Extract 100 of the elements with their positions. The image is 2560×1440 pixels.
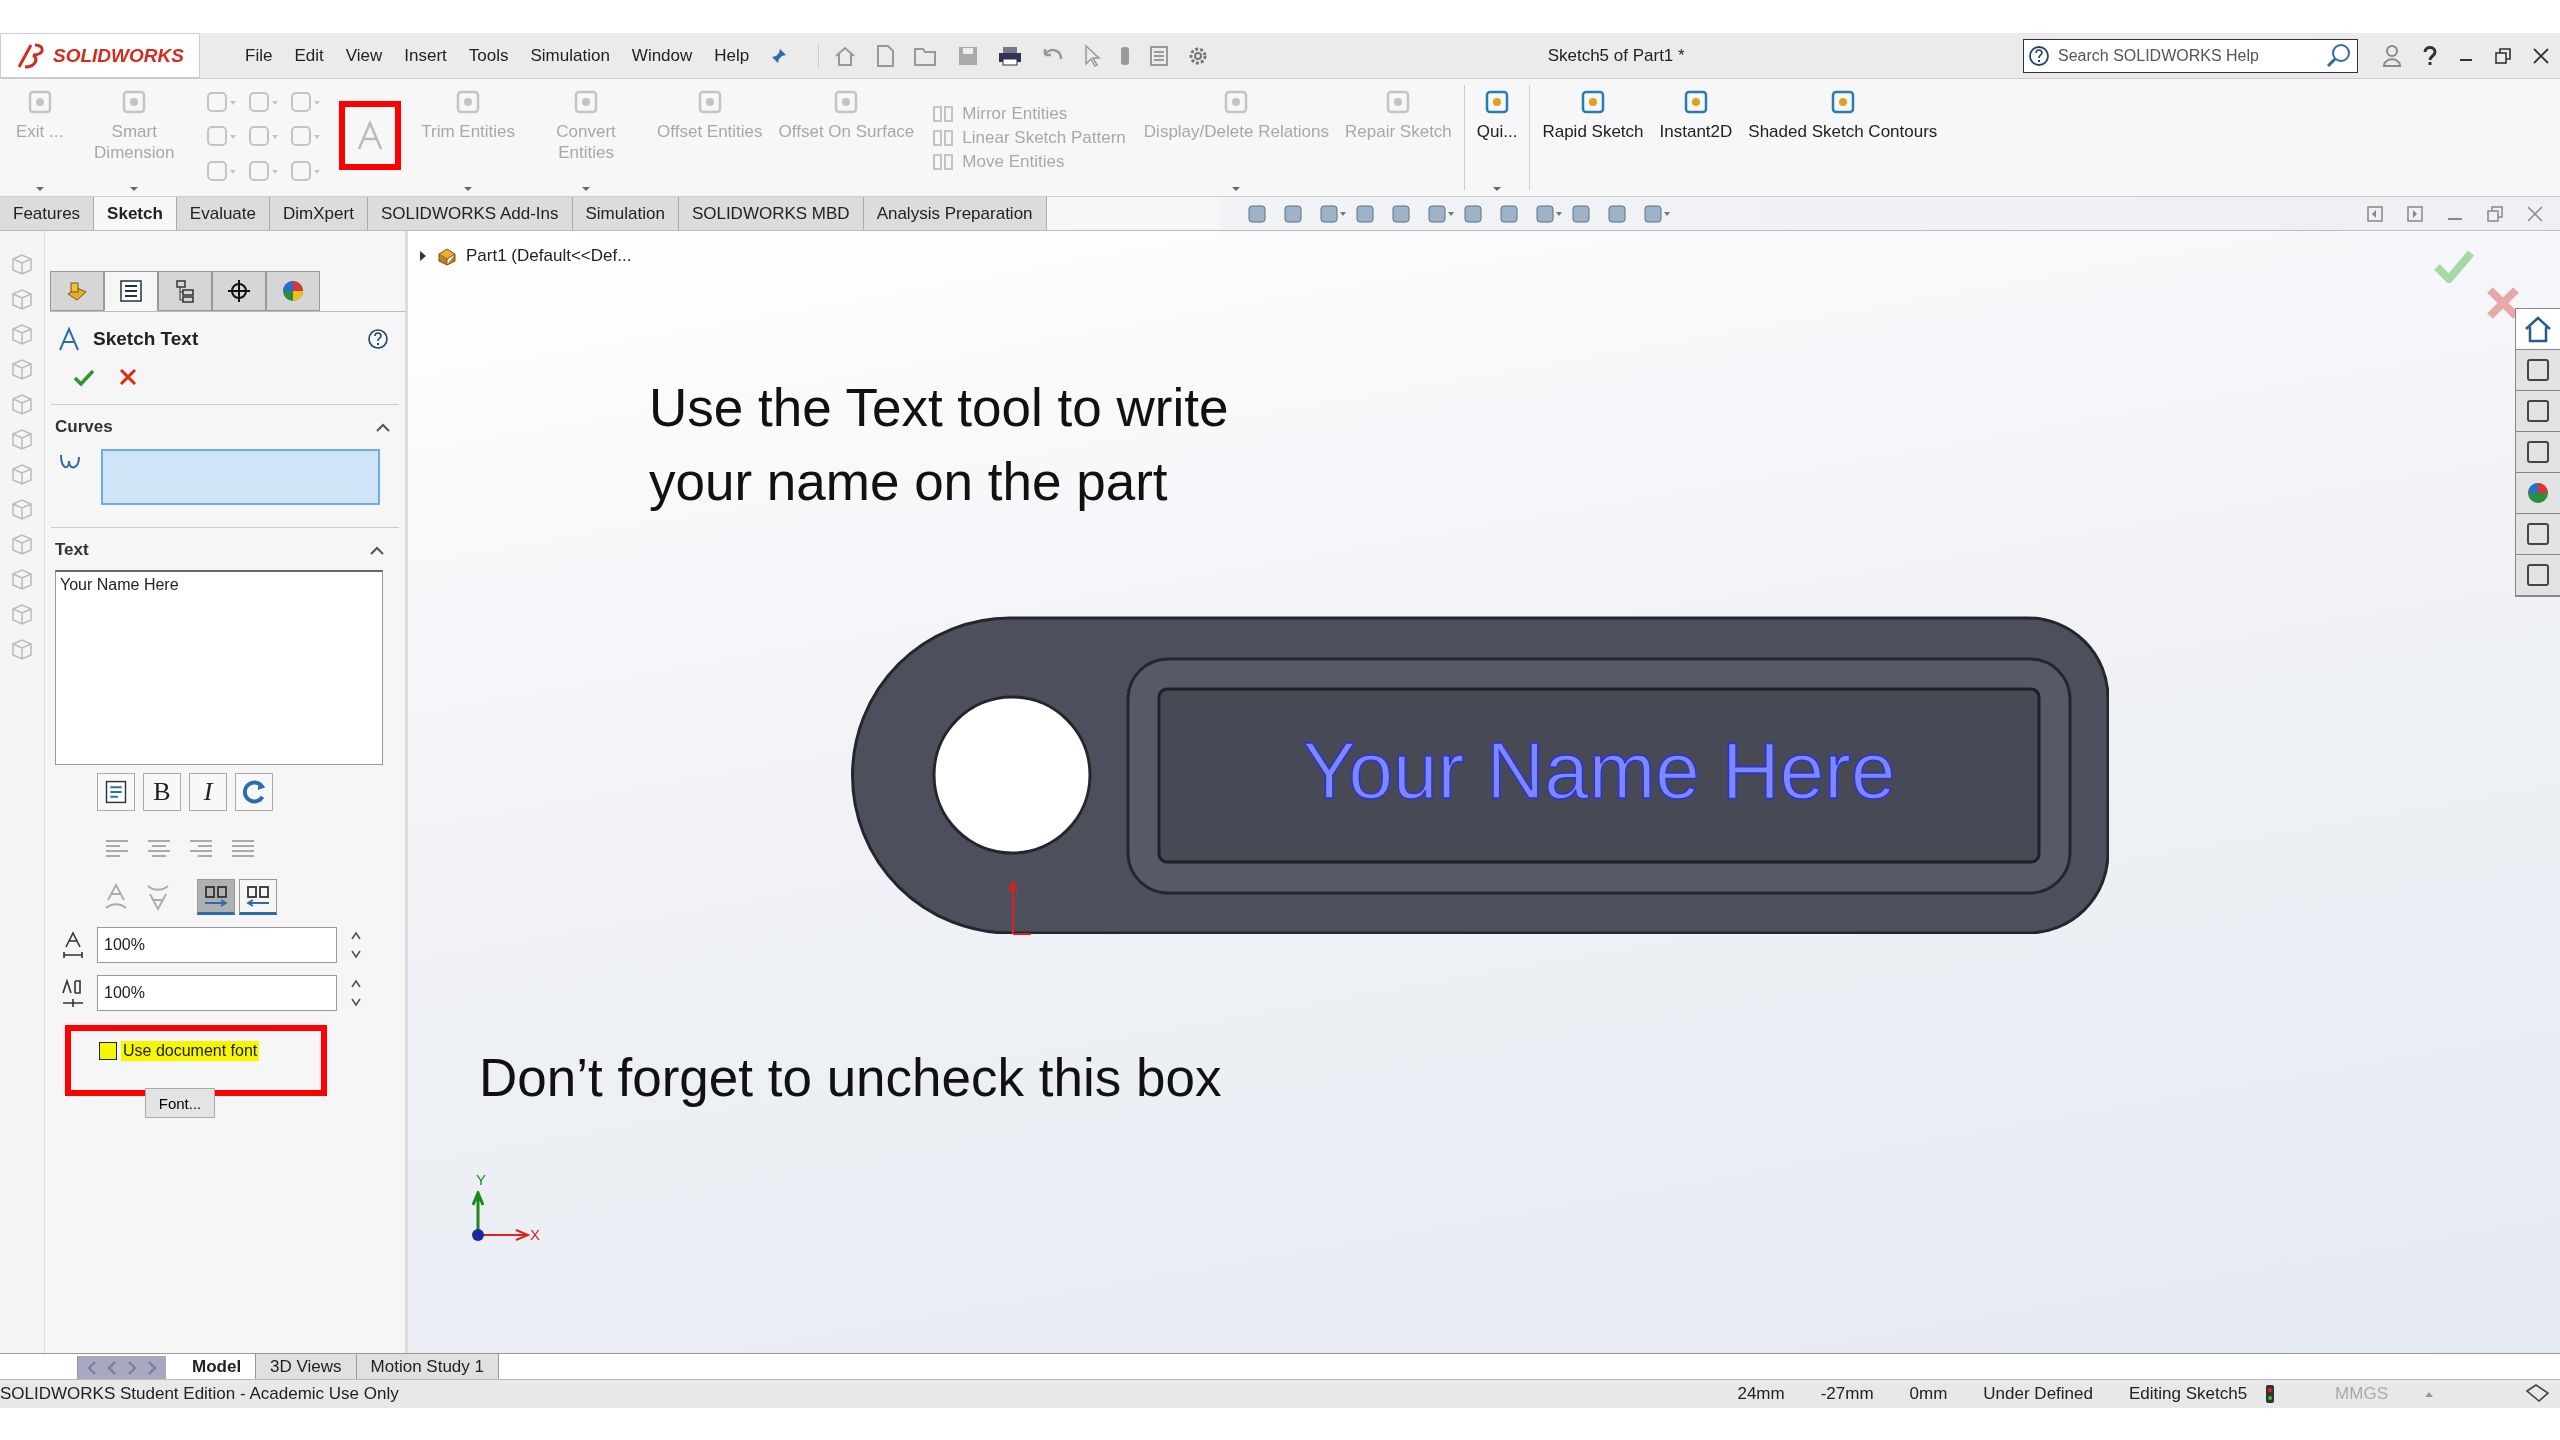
model-tab[interactable]: Motion Study 1: [356, 1354, 499, 1379]
caret-icon[interactable]: [2424, 1390, 2434, 1398]
confirm-icon[interactable]: [73, 368, 95, 388]
menu-item[interactable]: View: [334, 45, 394, 66]
text-direction-icon: [203, 884, 229, 908]
menu-item[interactable]: Window: [620, 45, 704, 66]
graphics-area[interactable]: Part1 (Default<<Def... Use the Text tool to write your name on the part Don’t forget to uncheck this box Your Name Here Y X: [408, 231, 2560, 1353]
menu-item[interactable]: Insert: [393, 45, 458, 66]
help-icon[interactable]: [367, 328, 389, 350]
caret-icon: [463, 186, 474, 192]
close-icon[interactable]: [2532, 46, 2550, 65]
command-tab[interactable]: DimXpert: [270, 197, 368, 230]
search-icon[interactable]: [2325, 42, 2353, 69]
cube-icon[interactable]: [9, 286, 35, 312]
tool-icon: [932, 127, 955, 148]
command-tab[interactable]: SOLIDWORKS Add-Ins: [367, 197, 573, 230]
restore-icon[interactable]: [2494, 46, 2512, 65]
direction-button[interactable]: [239, 879, 277, 915]
list-icon[interactable]: [1149, 44, 1170, 67]
checkbox[interactable]: [99, 1042, 117, 1060]
command-tab[interactable]: Analysis Preparation: [863, 197, 1047, 230]
status-field: -27mm: [1808, 1384, 1886, 1404]
ribbon-tool[interactable]: Instant2D: [1651, 79, 1741, 196]
cube-icon[interactable]: [9, 391, 35, 417]
pointer-icon[interactable]: [1083, 43, 1102, 68]
cube-icon[interactable]: [9, 461, 35, 487]
command-tab[interactable]: Features: [0, 197, 95, 230]
panel-right-icon[interactable]: [2406, 204, 2424, 223]
menu-item[interactable]: Tools: [457, 45, 520, 66]
checkbox-label[interactable]: Use document font: [121, 1041, 260, 1061]
task-pane-tab-icon[interactable]: [2516, 391, 2560, 432]
tool-icon: [932, 151, 955, 172]
task-pane-tab-icon[interactable]: [2516, 350, 2560, 391]
new-document-icon[interactable]: [875, 43, 896, 68]
font-button[interactable]: Font...: [145, 1088, 215, 1118]
section-title[interactable]: Text: [55, 540, 89, 560]
style-button[interactable]: B: [143, 773, 181, 811]
panel-tab[interactable]: [104, 271, 158, 311]
command-tab[interactable]: Evaluate: [176, 197, 270, 230]
rotate-icon[interactable]: [235, 773, 273, 811]
link-property-icon[interactable]: [97, 773, 135, 811]
axis-label: Y: [476, 1171, 486, 1188]
cube-icon[interactable]: [9, 321, 35, 347]
ribbon-tool[interactable]: Shaded Sketch Contours: [1740, 79, 1946, 196]
app-logo[interactable]: SOLIDWORKS: [0, 33, 200, 78]
menu-item[interactable]: Simulation: [519, 45, 621, 66]
ribbon-tool[interactable]: Qui...: [1468, 79, 1526, 196]
traffic-light-icon[interactable]: [1119, 44, 1132, 67]
task-pane-tab-icon[interactable]: [2516, 555, 2560, 596]
text-input-field[interactable]: Your Name Here: [55, 570, 383, 765]
text-tool-icon: [57, 326, 81, 352]
expand-arrow-icon[interactable]: [418, 250, 428, 262]
panel-tab[interactable]: [212, 271, 266, 311]
status-field: Under Defined: [1971, 1384, 2105, 1404]
menu-item[interactable]: Help: [703, 45, 761, 66]
task-pane-tab-icon[interactable]: [2516, 309, 2560, 350]
help-icon[interactable]: [2422, 44, 2438, 67]
arc-up-icon[interactable]: [103, 882, 129, 912]
scale-field[interactable]: 100%: [97, 927, 337, 963]
save-icon[interactable]: [957, 44, 980, 67]
search-input[interactable]: Search SOLIDWORKS Help: [2056, 45, 2319, 66]
style-button[interactable]: I: [189, 773, 227, 811]
print-icon[interactable]: [997, 44, 1024, 67]
tag-icon[interactable]: [2524, 1383, 2550, 1405]
selection-box[interactable]: [101, 449, 380, 505]
traffic-light-icon: [2265, 1384, 2276, 1404]
scale-field[interactable]: 100%: [97, 975, 337, 1011]
cube-icon[interactable]: [9, 601, 35, 627]
task-pane-tab-icon[interactable]: [2516, 473, 2560, 514]
collapse-caret-icon[interactable]: [369, 545, 385, 555]
cube-icon[interactable]: [9, 636, 35, 662]
arc-down-icon[interactable]: [145, 882, 171, 912]
pin-icon[interactable]: [770, 46, 789, 65]
ribbon-tool[interactable]: Rapid Sketch: [1534, 79, 1652, 196]
command-tab[interactable]: Simulation: [572, 197, 679, 230]
task-pane-tab-icon[interactable]: [2516, 514, 2560, 555]
cancel-icon[interactable]: [119, 368, 137, 386]
menu-item[interactable]: File: [234, 45, 284, 66]
scale-icon: [61, 931, 85, 959]
model-tab[interactable]: 3D Views: [256, 1354, 357, 1379]
search-field[interactable]: Search SOLIDWORKS Help: [2023, 38, 2358, 73]
tree-item[interactable]: Part1 (Default<<Def...: [466, 246, 632, 266]
collapse-caret-icon[interactable]: [375, 422, 391, 432]
section-title[interactable]: Curves: [55, 417, 113, 437]
status-text: SOLIDWORKS Student Edition - Academic Use Only: [0, 1384, 399, 1404]
cube-icon[interactable]: [9, 426, 35, 452]
tab-icon: [225, 278, 253, 304]
user-icon[interactable]: [2382, 43, 2402, 68]
task-pane-tab-icon[interactable]: [2516, 432, 2560, 473]
cube-icon[interactable]: [9, 496, 35, 522]
instruction-text: Don’t forget to uncheck this box: [479, 1047, 1222, 1109]
command-tab[interactable]: SOLIDWORKS MBD: [678, 197, 864, 230]
tool-icon: [932, 103, 955, 124]
cube-icon[interactable]: [9, 251, 35, 277]
cube-icon[interactable]: [9, 531, 35, 557]
cube-icon[interactable]: [9, 356, 35, 382]
menu-item[interactable]: Edit: [283, 45, 335, 66]
cube-icon[interactable]: [9, 566, 35, 592]
direction-button[interactable]: [197, 879, 235, 915]
panel-left-icon[interactable]: [2366, 204, 2384, 223]
